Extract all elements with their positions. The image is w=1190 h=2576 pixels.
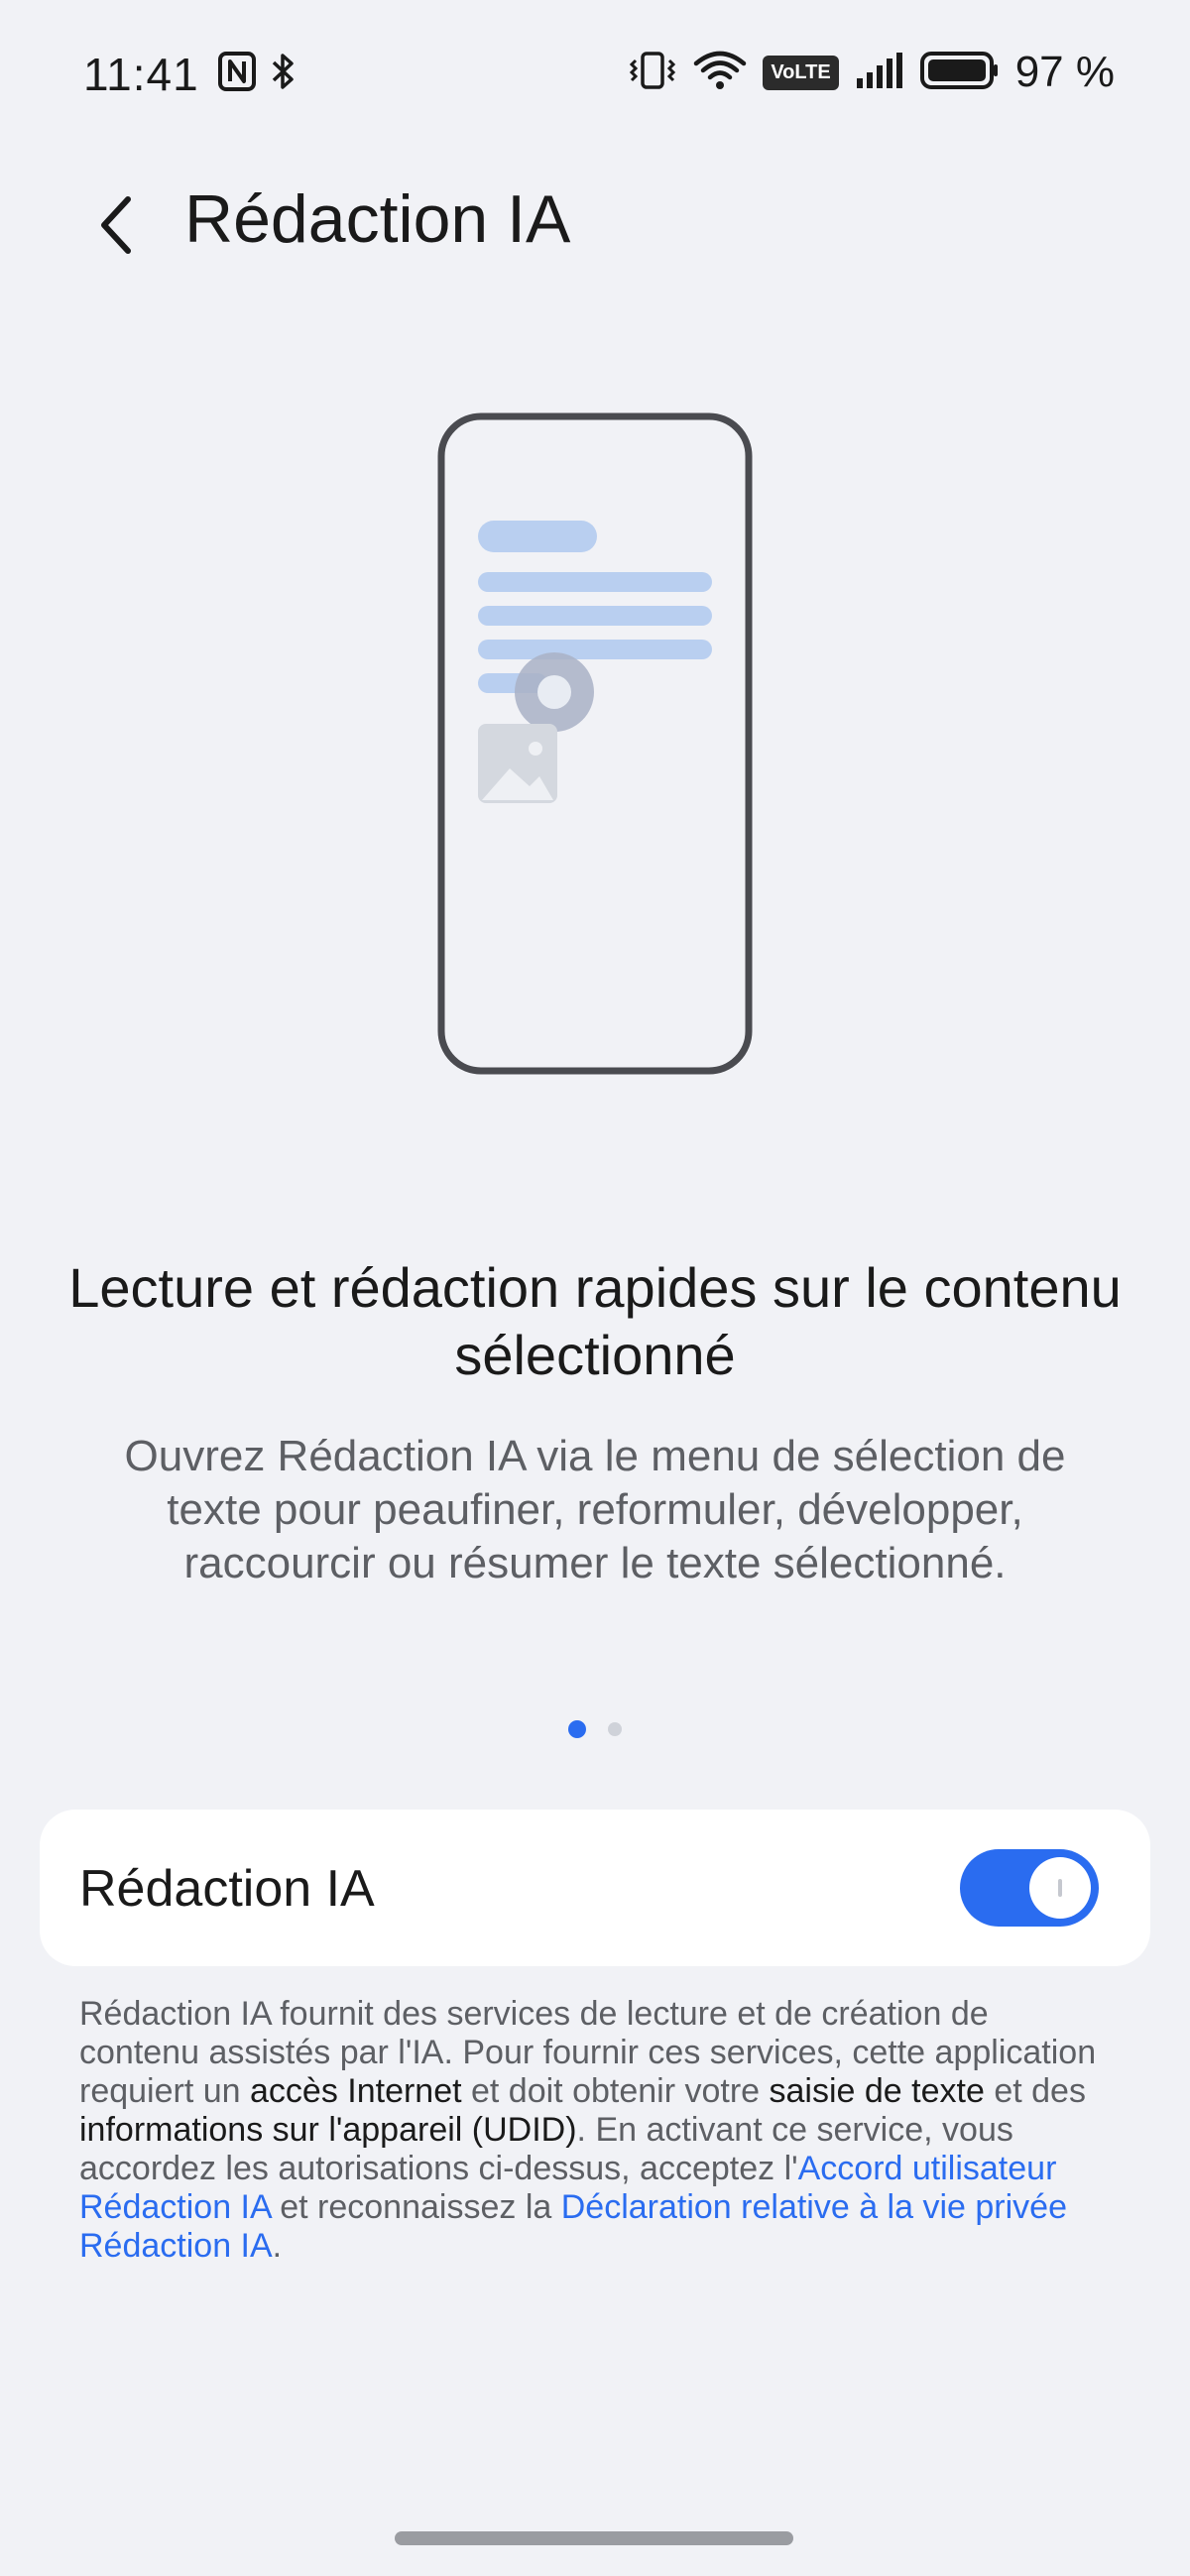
feature-description: Ouvrez Rédaction IA via le menu de sélec… [124,1432,1066,1587]
chevron-left-icon [101,196,131,254]
page-dot-active[interactable] [568,1720,586,1738]
toggle-card: Rédaction IA [40,1810,1150,1966]
page-indicator [0,1720,1190,1738]
feature-title-line2: sélectionné [454,1324,736,1386]
home-indicator[interactable] [395,2531,793,2545]
nfc-icon [218,52,256,96]
status-time: 11:41 [83,49,199,100]
legal-text: et doit obtenir votre [461,2072,770,2110]
signal-icon [855,51,904,95]
feature-title-line1: Lecture et rédaction rapides sur le cont… [68,1256,1122,1319]
legal-notice: Rédaction IA fournit des services de lec… [79,1995,1111,2266]
ai-writing-toggle[interactable] [960,1849,1099,1927]
back-button[interactable] [79,188,153,262]
status-right-icons: VoLTE 97 % [628,48,1115,97]
toggle-knob [1029,1857,1091,1919]
legal-text: et reconnaissez la [270,2188,561,2226]
legal-internet-access: accès Internet [250,2072,462,2110]
legal-device-info: informations sur l'appareil (UDID) [79,2111,577,2149]
status-bar: 11:41 VoLTE 97 % [0,0,1190,149]
legal-text: . [272,2227,283,2265]
bluetooth-icon [270,52,298,96]
page-dot-inactive[interactable] [608,1722,622,1736]
volte-icon: VoLTE [763,55,839,90]
battery-percent: 97 % [1014,48,1115,96]
image-icon [478,724,557,803]
feature-illustration [436,411,754,1076]
text-lines-icon [478,521,712,693]
cursor-icon [515,652,594,732]
wifi-icon [693,50,747,96]
page-title: Rédaction IA [184,181,571,257]
toggle-label: Rédaction IA [79,1860,375,1918]
legal-text-input: saisie de texte [769,2072,985,2110]
battery-icon [919,51,1000,95]
feature-title: Lecture et rédaction rapides sur le cont… [0,1254,1190,1389]
legal-text: et des [984,2072,1086,2110]
status-left-icons [218,52,298,96]
header: Rédaction IA [0,169,1190,278]
vibrate-icon [628,51,677,95]
